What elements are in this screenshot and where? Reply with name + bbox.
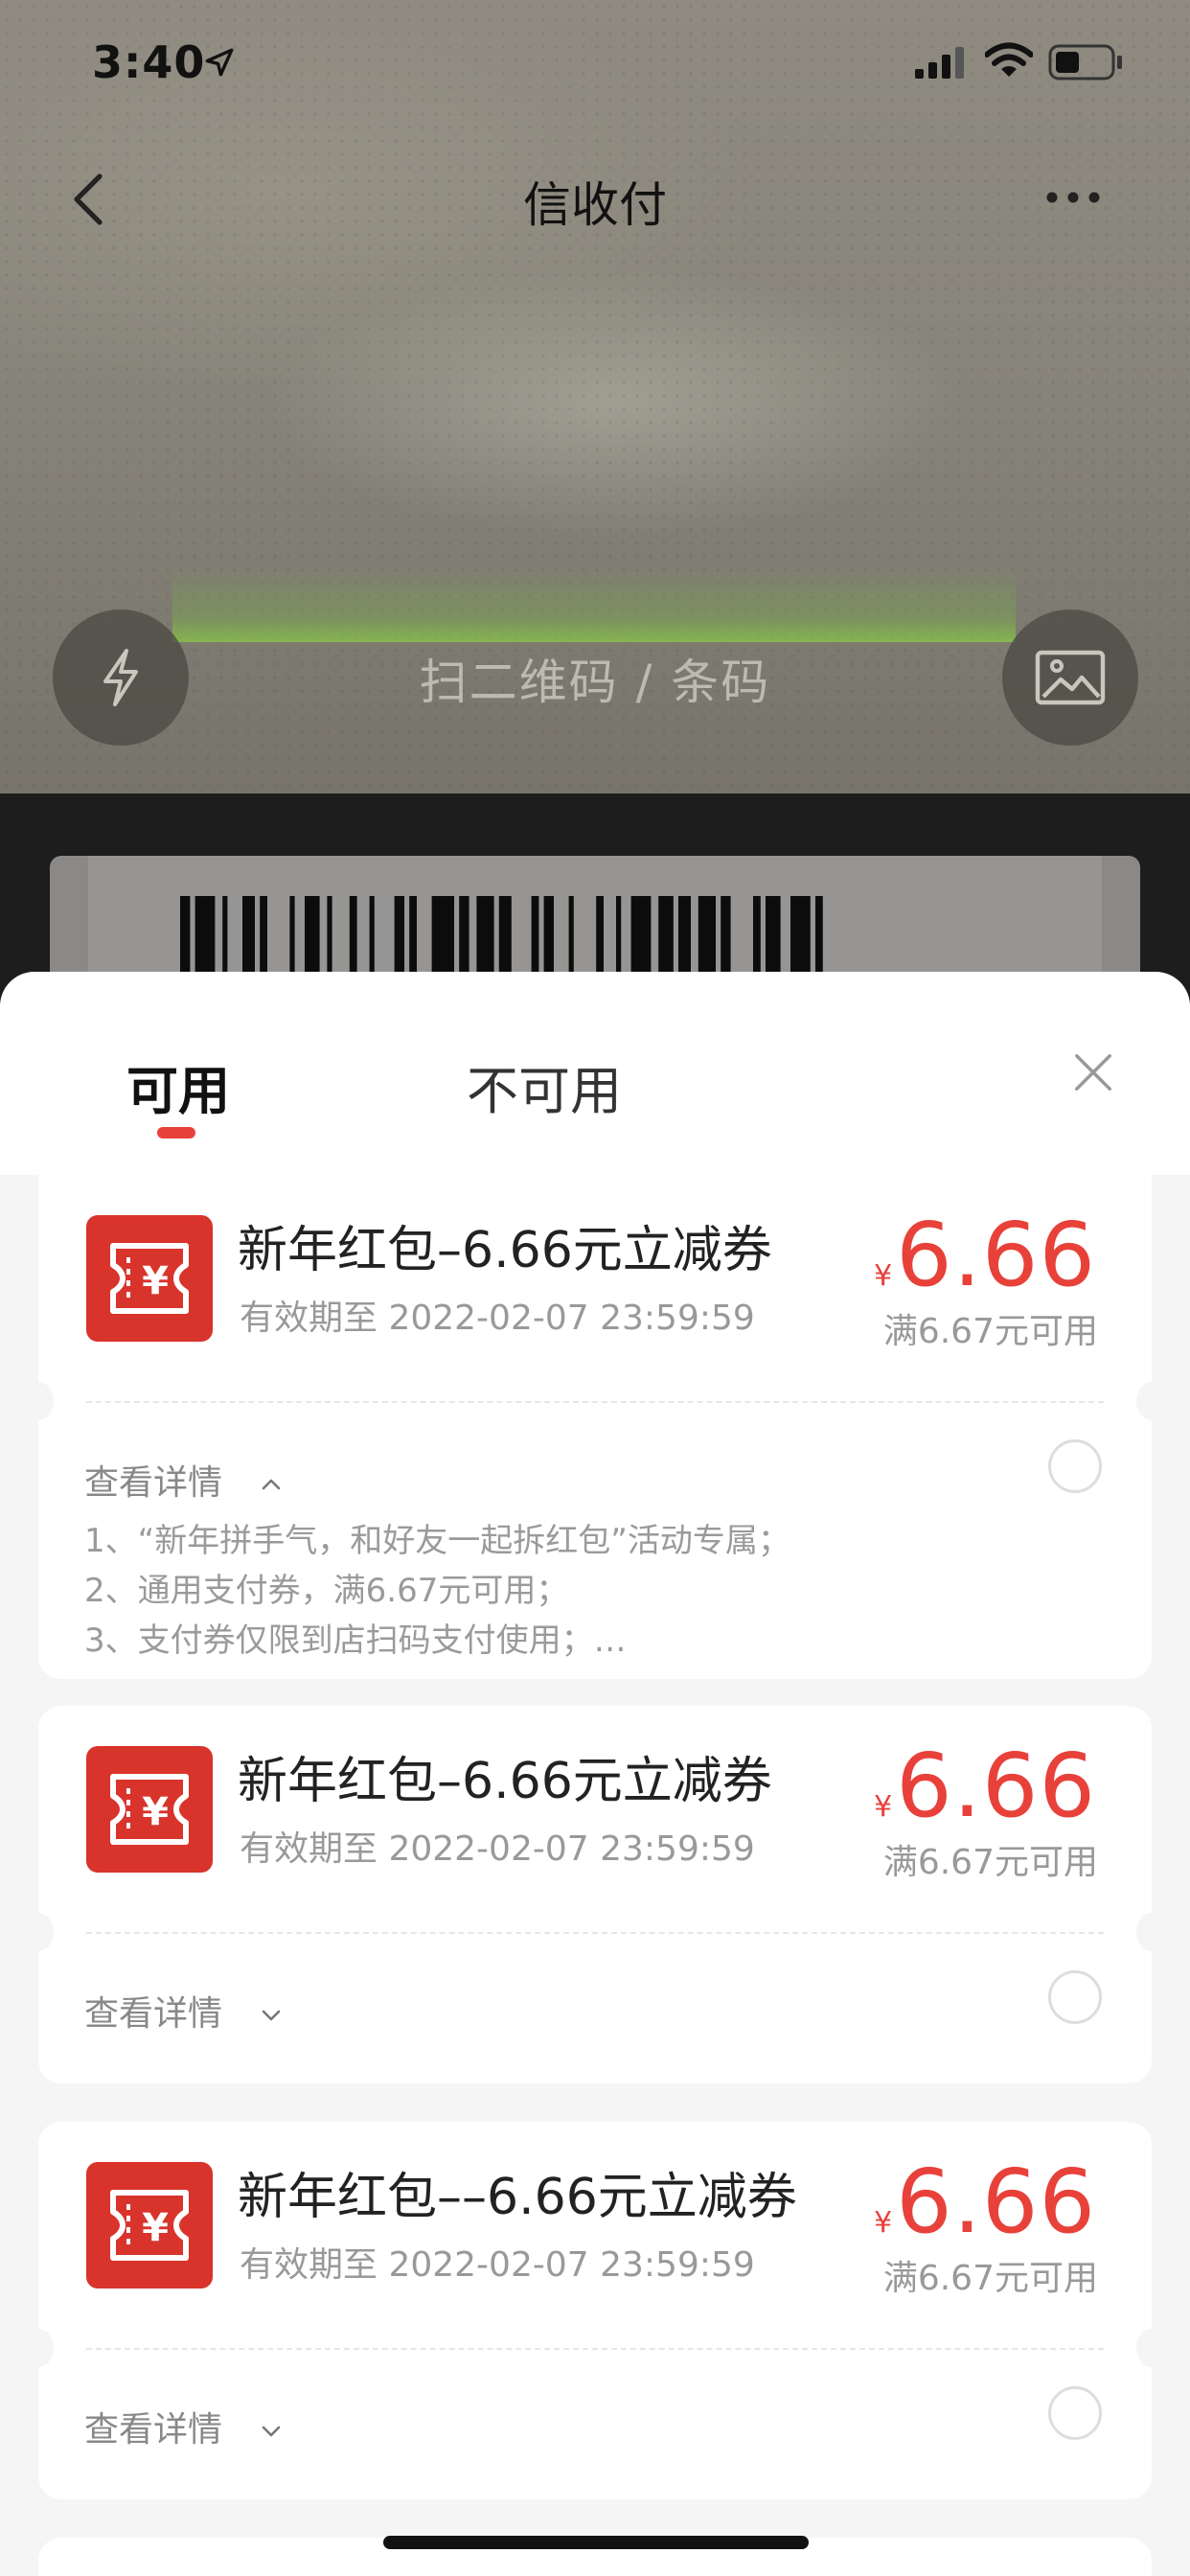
location-arrow-icon: [205, 48, 234, 77]
coupon-expiry: 有效期至 2022-02-07 23:59:59: [240, 2245, 755, 2285]
active-tab-indicator: [157, 1127, 195, 1138]
coupon-condition: 满6.67元可用: [882, 2259, 1098, 2298]
coupon-expiry: 有效期至 2022-02-07 23:59:59: [240, 1299, 755, 1338]
coupon-card[interactable]: ¥ 新年红包––6.66元立减券 有效期至 2022-02-07 23:59:5…: [23, 2122, 1167, 2499]
coupon-ticket-icon: ¥: [86, 1215, 213, 1342]
coupon-condition: 满6.67元可用: [882, 1843, 1098, 1882]
wifi-icon: [985, 42, 1033, 77]
coupon-card[interactable]: ¥ 新年红包–6.66元立减券 有效期至 2022-02-07 23:59:59…: [23, 1706, 1167, 2083]
coupon-sheet: 可用 不可用 ¥ 新年红包–6.66元立减券 有效期至 2022-02-07 2…: [0, 972, 1190, 2576]
detail-line: 2、通用支付券，满6.67元可用；: [84, 1572, 569, 1610]
select-radio[interactable]: [1048, 2386, 1102, 2440]
status-bar: 3:40: [0, 0, 1190, 129]
view-details-toggle[interactable]: 查看详情: [84, 1986, 283, 2036]
coupon-notch: [1136, 1913, 1167, 1951]
coupon-title: 新年红包––6.66元立减券: [238, 2169, 797, 2226]
coupon-amount: 6.66: [896, 2150, 1096, 2253]
coupon-ticket-icon: ¥: [86, 2162, 213, 2288]
view-details-label: 查看详情: [84, 1463, 223, 1503]
currency-symbol: ¥: [874, 1259, 893, 1293]
select-radio[interactable]: [1048, 1439, 1102, 1493]
coupon-notch: [1136, 2329, 1167, 2367]
coupon-details: 1、“新年拼手气，和好友一起拆红包”活动专属； 2、通用支付券，满6.67元可用…: [84, 1516, 790, 1666]
status-time: 3:40: [92, 36, 206, 88]
page-title: 信收付: [523, 177, 667, 233]
coupon-card[interactable]: ¥ 新年红包–6.66元立减券 有效期至 2022-02-07 23:59:59…: [23, 1175, 1167, 1679]
cellular-signal-icon: [915, 47, 964, 79]
coupon-amount: 6.66: [896, 1204, 1096, 1306]
coupon-amount: 6.66: [896, 1735, 1096, 1837]
scan-line: [172, 565, 1016, 642]
navbar: 信收付: [0, 144, 1190, 249]
tab-unavailable[interactable]: 不可用: [467, 1048, 622, 1124]
screen: 3:40 信收付 扫二维码 / 条码 可用 不可用 ¥ 新年红包–6.66元立减…: [0, 0, 1190, 2576]
coupon-expiry: 有效期至 2022-02-07 23:59:59: [240, 1829, 755, 1869]
detail-line: 3、支付券仅限到店扫码支付使用；…: [84, 1622, 627, 1660]
coupon-price: ¥6.66: [874, 2150, 1096, 2253]
coupon-notch: [23, 2329, 54, 2367]
view-details-toggle[interactable]: 查看详情: [84, 1455, 283, 1505]
view-details-toggle[interactable]: 查看详情: [84, 2402, 283, 2451]
chevron-down-icon: [263, 2010, 281, 2021]
sheet-header: 可用 不可用: [0, 972, 1190, 1175]
currency-symbol: ¥: [874, 1790, 893, 1824]
coupon-divider: [86, 1932, 1104, 1934]
battery-icon: [1048, 44, 1122, 80]
tab-available[interactable]: 可用: [126, 1048, 230, 1124]
coupon-title: 新年红包–6.66元立减券: [238, 1753, 772, 1810]
coupon-price: ¥6.66: [874, 1735, 1096, 1837]
album-button[interactable]: [1002, 610, 1138, 746]
home-indicator: [383, 2536, 809, 2549]
coupon-notch: [23, 1382, 54, 1420]
chevron-down-icon: [263, 2426, 281, 2437]
more-options-icon[interactable]: [1044, 188, 1102, 207]
coupon-notch: [23, 1913, 54, 1951]
currency-symbol: ¥: [874, 2206, 893, 2240]
coupon-ticket-icon: ¥: [86, 1746, 213, 1873]
coupon-price: ¥6.66: [874, 1204, 1096, 1306]
close-icon[interactable]: [1071, 1050, 1115, 1094]
detail-line: 1、“新年拼手气，和好友一起拆红包”活动专属；: [84, 1522, 790, 1560]
svg-text:¥: ¥: [142, 2206, 169, 2250]
svg-text:¥: ¥: [142, 1259, 169, 1303]
coupon-divider: [86, 2348, 1104, 2350]
view-details-label: 查看详情: [84, 2410, 223, 2450]
coupon-title: 新年红包–6.66元立减券: [238, 1222, 772, 1279]
coupon-notch: [1136, 1382, 1167, 1420]
coupon-divider: [86, 1401, 1104, 1403]
select-radio[interactable]: [1048, 1970, 1102, 2024]
image-icon: [1035, 650, 1106, 705]
view-details-label: 查看详情: [84, 1994, 223, 2034]
svg-text:¥: ¥: [142, 1790, 169, 1834]
chevron-up-icon: [263, 1479, 281, 1490]
coupon-condition: 满6.67元可用: [882, 1312, 1098, 1351]
